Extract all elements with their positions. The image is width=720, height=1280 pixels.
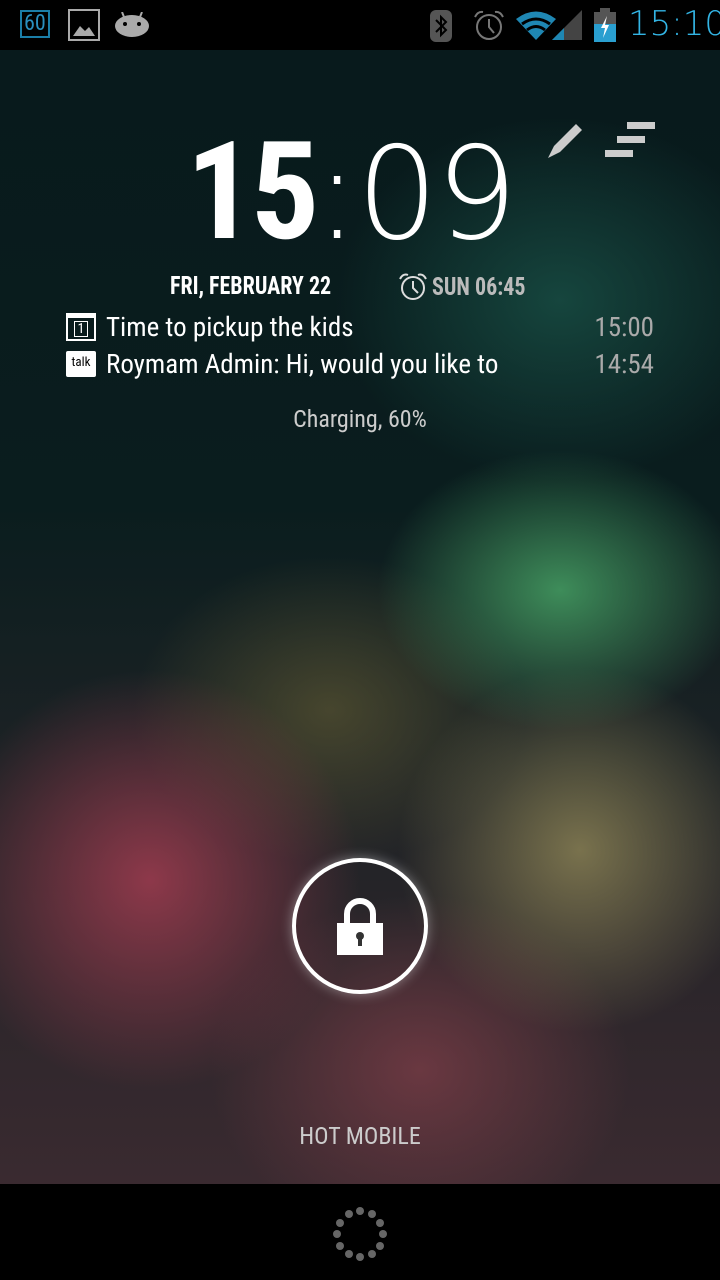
charging-status: Charging, 60% xyxy=(293,405,427,433)
calendar-day: 1 xyxy=(73,320,89,337)
spinner-dot xyxy=(344,1210,353,1219)
status-time: 15:10 xyxy=(628,4,720,44)
spinner-dot xyxy=(379,1230,387,1238)
menu-icon[interactable] xyxy=(605,122,655,158)
status-bar: 60 15:10 xyxy=(0,0,720,50)
spinner-dot xyxy=(344,1249,353,1258)
image-icon xyxy=(68,9,100,41)
talk-icon: talk xyxy=(66,351,96,377)
notification-text: Time to pickup the kids xyxy=(106,311,354,343)
spinner-dot xyxy=(356,1207,364,1215)
notification-item[interactable]: talk Roymam Admin: Hi, would you like to… xyxy=(66,348,654,380)
alarm-time: SUN 06:45 xyxy=(432,272,526,302)
clock: 15:09 xyxy=(186,125,517,261)
alarm-clock-icon xyxy=(399,273,427,300)
spinner-dot xyxy=(356,1253,364,1261)
bluetooth-icon xyxy=(430,10,452,42)
alarm-icon xyxy=(474,10,504,40)
spinner-dot xyxy=(333,1230,341,1238)
spinner-dot xyxy=(375,1218,384,1227)
signal-icon xyxy=(552,10,582,40)
lock-icon xyxy=(337,898,383,955)
battery-charging-icon xyxy=(594,8,616,42)
unlock-handle[interactable] xyxy=(292,858,428,994)
android-icon xyxy=(115,12,149,37)
notification-text: Roymam Admin: Hi, would you like to xyxy=(106,348,499,380)
spinner-dot xyxy=(375,1241,384,1250)
clock-minutes: 09 xyxy=(356,120,518,269)
notification-time: 15:00 xyxy=(594,311,654,343)
notification-time: 14:54 xyxy=(594,348,654,380)
spinner-dot xyxy=(367,1249,376,1258)
next-alarm: SUN 06:45 xyxy=(398,272,538,302)
notification-item[interactable]: 1 Time to pickup the kids 15:00 xyxy=(66,311,654,343)
pencil-icon[interactable] xyxy=(546,120,586,160)
spinner-dot xyxy=(336,1241,345,1250)
carrier-label: HOT MOBILE xyxy=(299,1122,421,1150)
navigation-bar xyxy=(0,1184,720,1280)
calendar-icon: 1 xyxy=(66,313,96,341)
spinner-dot xyxy=(336,1218,345,1227)
spinner-dot xyxy=(367,1210,376,1219)
clock-separator: : xyxy=(315,120,358,269)
date-label: FRI, FEBRUARY 22 xyxy=(170,272,332,301)
clock-hours: 15 xyxy=(186,113,319,272)
fps-badge-icon: 60 xyxy=(20,10,50,38)
wifi-icon xyxy=(516,11,556,40)
